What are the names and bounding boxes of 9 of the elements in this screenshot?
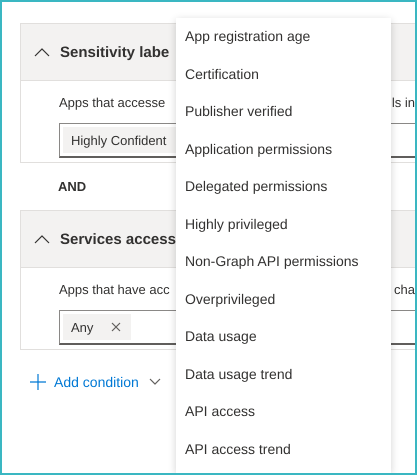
description-text: Apps that accesse xyxy=(59,95,166,112)
tag-label: Any xyxy=(71,320,94,334)
tag-label: Highly Confident xyxy=(71,132,166,148)
connector-label: AND xyxy=(58,179,86,194)
description-text: ls in xyxy=(392,95,415,112)
panel-title: Services access xyxy=(60,230,176,248)
description-text: cha xyxy=(394,282,415,299)
description-text: Apps that have acc xyxy=(59,282,170,299)
panel-title: Sensitivity labe xyxy=(60,44,170,60)
